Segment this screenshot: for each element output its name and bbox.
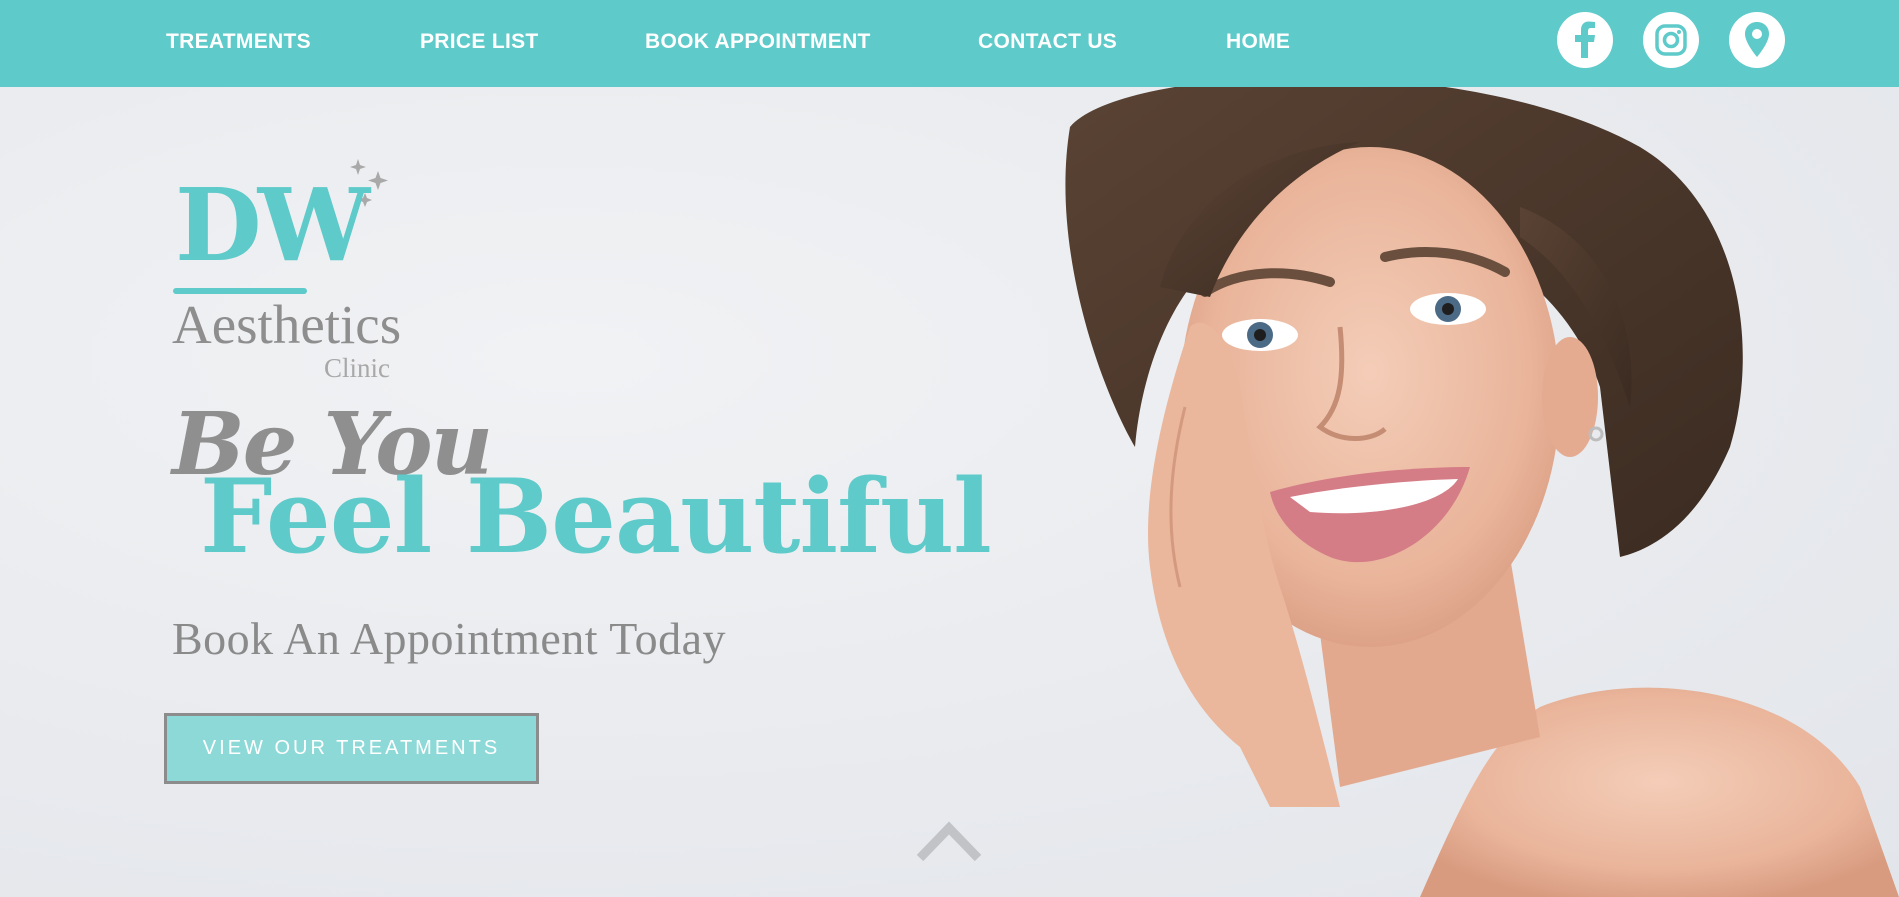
top-navigation-bar: TREATMENTS PRICE LIST BOOK APPOINTMENT C…: [0, 0, 1899, 87]
instagram-icon[interactable]: [1643, 12, 1699, 68]
chevron-up-icon[interactable]: [916, 820, 982, 867]
view-treatments-button[interactable]: VIEW OUR TREATMENTS: [164, 713, 539, 784]
location-pin-icon[interactable]: [1729, 12, 1785, 68]
hero-tagline-line2: Feel Beautiful: [200, 457, 992, 577]
logo-initials: DW: [175, 166, 370, 284]
hero-subheading: Book An Appointment Today: [172, 613, 727, 664]
logo-subname: Clinic: [324, 353, 390, 383]
facebook-icon[interactable]: [1557, 12, 1613, 68]
nav-book-appointment-link[interactable]: BOOK APPOINTMENT: [645, 30, 871, 54]
hero-portrait-image: [1065, 87, 1899, 897]
logo-name: Aesthetics: [172, 294, 402, 355]
nav-treatments-link[interactable]: TREATMENTS: [166, 30, 311, 54]
nav-home-link[interactable]: HOME: [1226, 30, 1290, 54]
clinic-logo[interactable]: DW Aesthetics Clinic: [170, 155, 460, 385]
nav-contact-us-link[interactable]: CONTACT US: [978, 30, 1117, 54]
nav-price-list-link[interactable]: PRICE LIST: [420, 30, 539, 54]
